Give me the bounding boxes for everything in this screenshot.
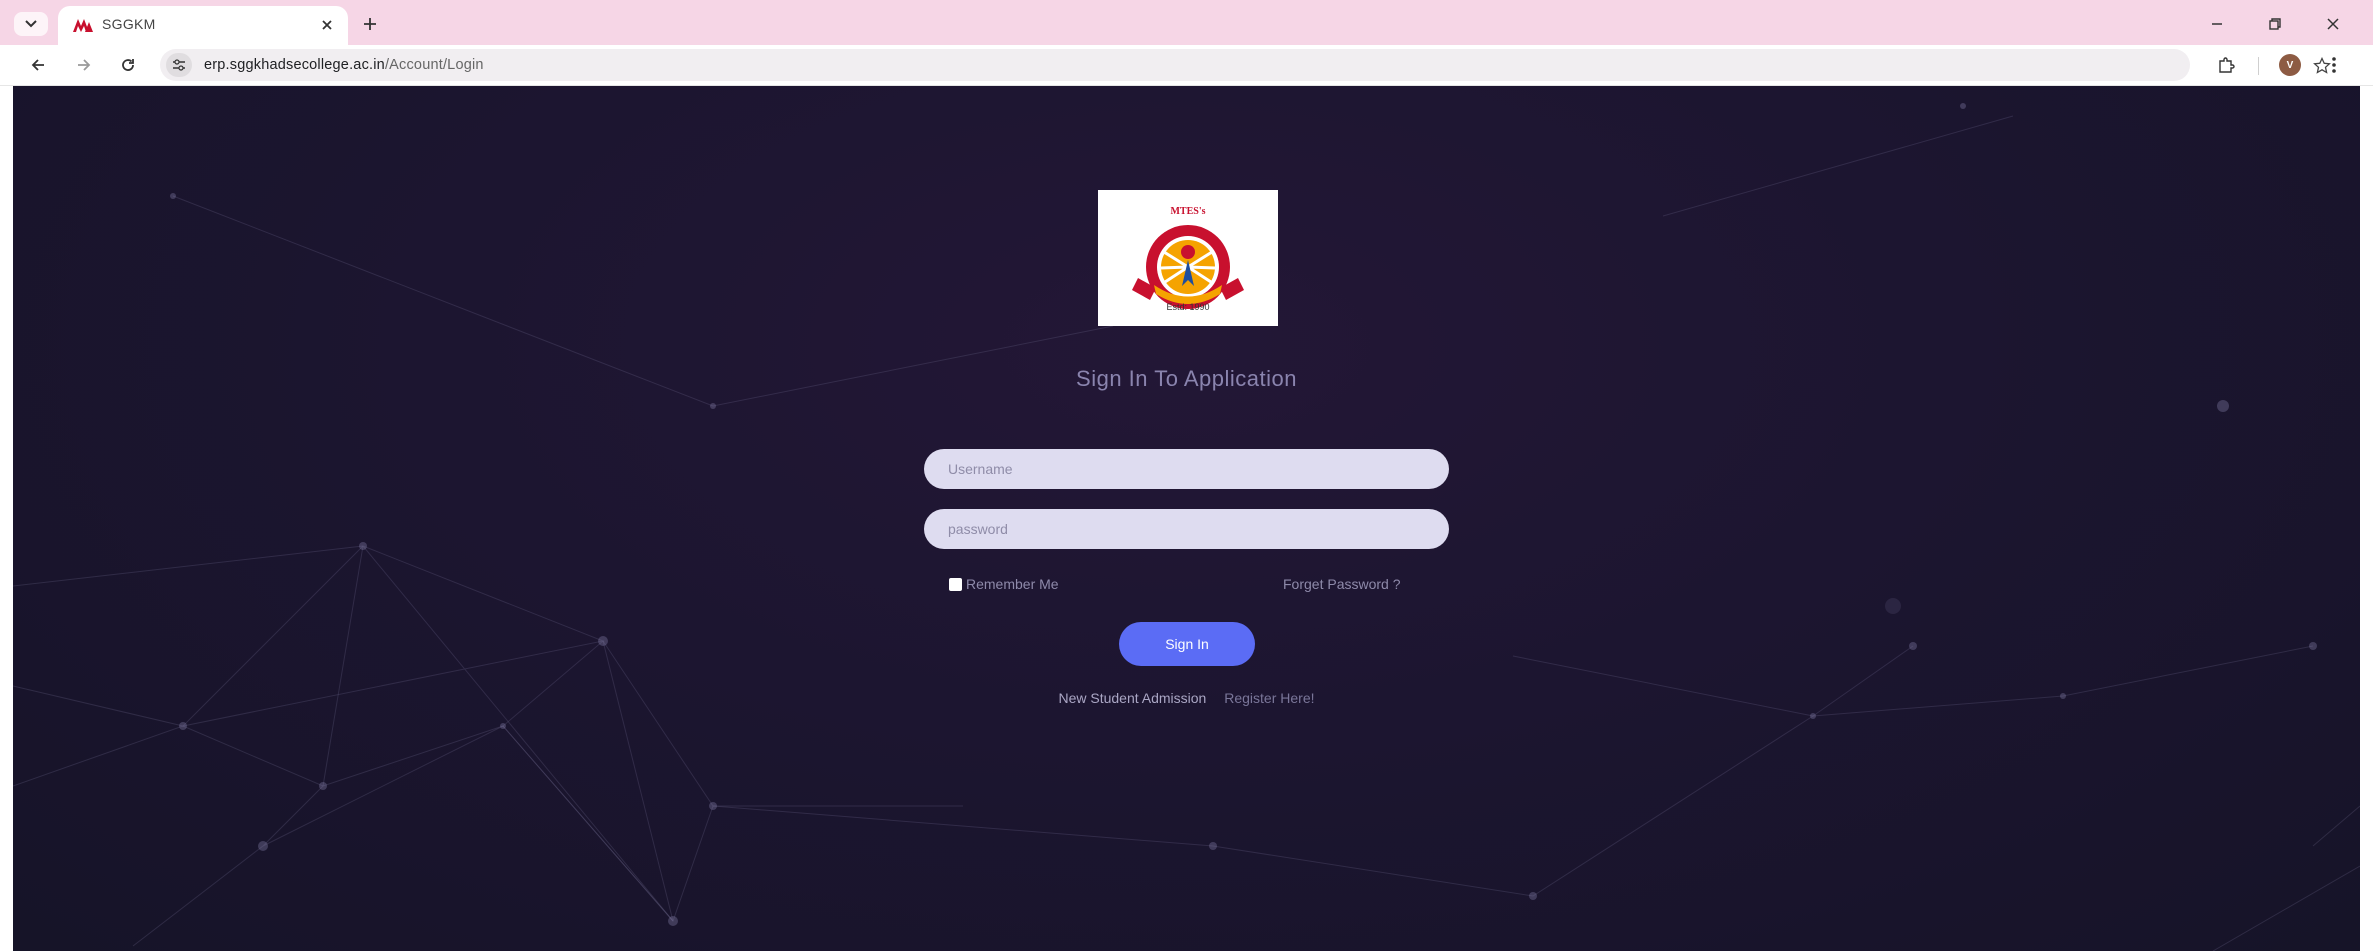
- remember-me-checkbox[interactable]: [949, 577, 962, 591]
- admission-row: New Student Admission Register Here!: [13, 690, 2360, 706]
- remember-me-label: Remember Me: [966, 576, 1059, 592]
- forward-button[interactable]: [70, 51, 98, 79]
- tab-strip: SGGKM: [0, 0, 2373, 45]
- avatar: V: [2279, 54, 2301, 76]
- url-host: erp.sggkhadsecollege.ac.in: [204, 57, 385, 73]
- url-text: erp.sggkhadsecollege.ac.in/Account/Login: [204, 57, 484, 73]
- new-tab-button[interactable]: [358, 12, 382, 36]
- profile-button[interactable]: V: [2276, 51, 2304, 79]
- browser-window: SGGKM erp.sggkhadsecollege.ac.in/Account…: [0, 0, 2373, 951]
- window-close-button[interactable]: [2316, 10, 2350, 38]
- browser-toolbar: erp.sggkhadsecollege.ac.in/Account/Login…: [0, 45, 2373, 86]
- site-info-button[interactable]: [166, 53, 192, 77]
- reload-button[interactable]: [114, 51, 142, 79]
- plus-icon: [364, 18, 376, 30]
- tab-title: SGGKM: [102, 16, 156, 32]
- puzzle-icon: [2219, 57, 2235, 73]
- register-link[interactable]: Register Here!: [1224, 690, 1314, 706]
- tab-close-button[interactable]: [316, 14, 338, 36]
- chevron-down-icon: [25, 20, 37, 28]
- address-bar[interactable]: erp.sggkhadsecollege.ac.in/Account/Login: [160, 49, 2331, 81]
- page-viewport: MTES's Estd: 1990 Sign In To Application…: [13, 86, 2360, 951]
- tab-sggkm[interactable]: SGGKM: [58, 6, 348, 45]
- more-vert-icon: [2332, 57, 2336, 73]
- logo-estd-text: Estd: 1990: [1166, 302, 1210, 312]
- arrow-left-icon: [31, 59, 44, 71]
- page-title: Sign In To Application: [1076, 366, 1297, 391]
- logo-top-text: MTES's: [1170, 206, 1206, 217]
- close-icon: [322, 20, 332, 30]
- back-button[interactable]: [24, 51, 52, 79]
- reload-icon: [122, 59, 134, 71]
- browser-menu-button[interactable]: [2320, 51, 2348, 79]
- restore-button[interactable]: [2258, 10, 2292, 38]
- password-input[interactable]: [924, 509, 1449, 549]
- admission-label: New Student Admission: [1058, 690, 1207, 706]
- minimize-button[interactable]: [2200, 10, 2234, 38]
- minimize-icon: [2212, 23, 2222, 25]
- college-logo: MTES's Estd: 1990: [1098, 190, 1278, 326]
- arrow-right-icon: [78, 59, 91, 71]
- forgot-password-link[interactable]: Forget Password ?: [1283, 576, 1401, 592]
- toolbar-divider: [2258, 57, 2259, 75]
- tab-search-button[interactable]: [14, 12, 48, 36]
- remember-me[interactable]: Remember Me: [949, 576, 1059, 592]
- tune-icon: [173, 59, 185, 71]
- url-path: /Account/Login: [384, 57, 484, 73]
- m-logo-icon: [73, 19, 93, 32]
- sign-in-button[interactable]: Sign In: [1119, 622, 1255, 666]
- restore-icon: [2269, 18, 2281, 30]
- close-icon: [2327, 18, 2339, 30]
- username-input[interactable]: [924, 449, 1449, 489]
- extensions-button[interactable]: [2212, 51, 2240, 79]
